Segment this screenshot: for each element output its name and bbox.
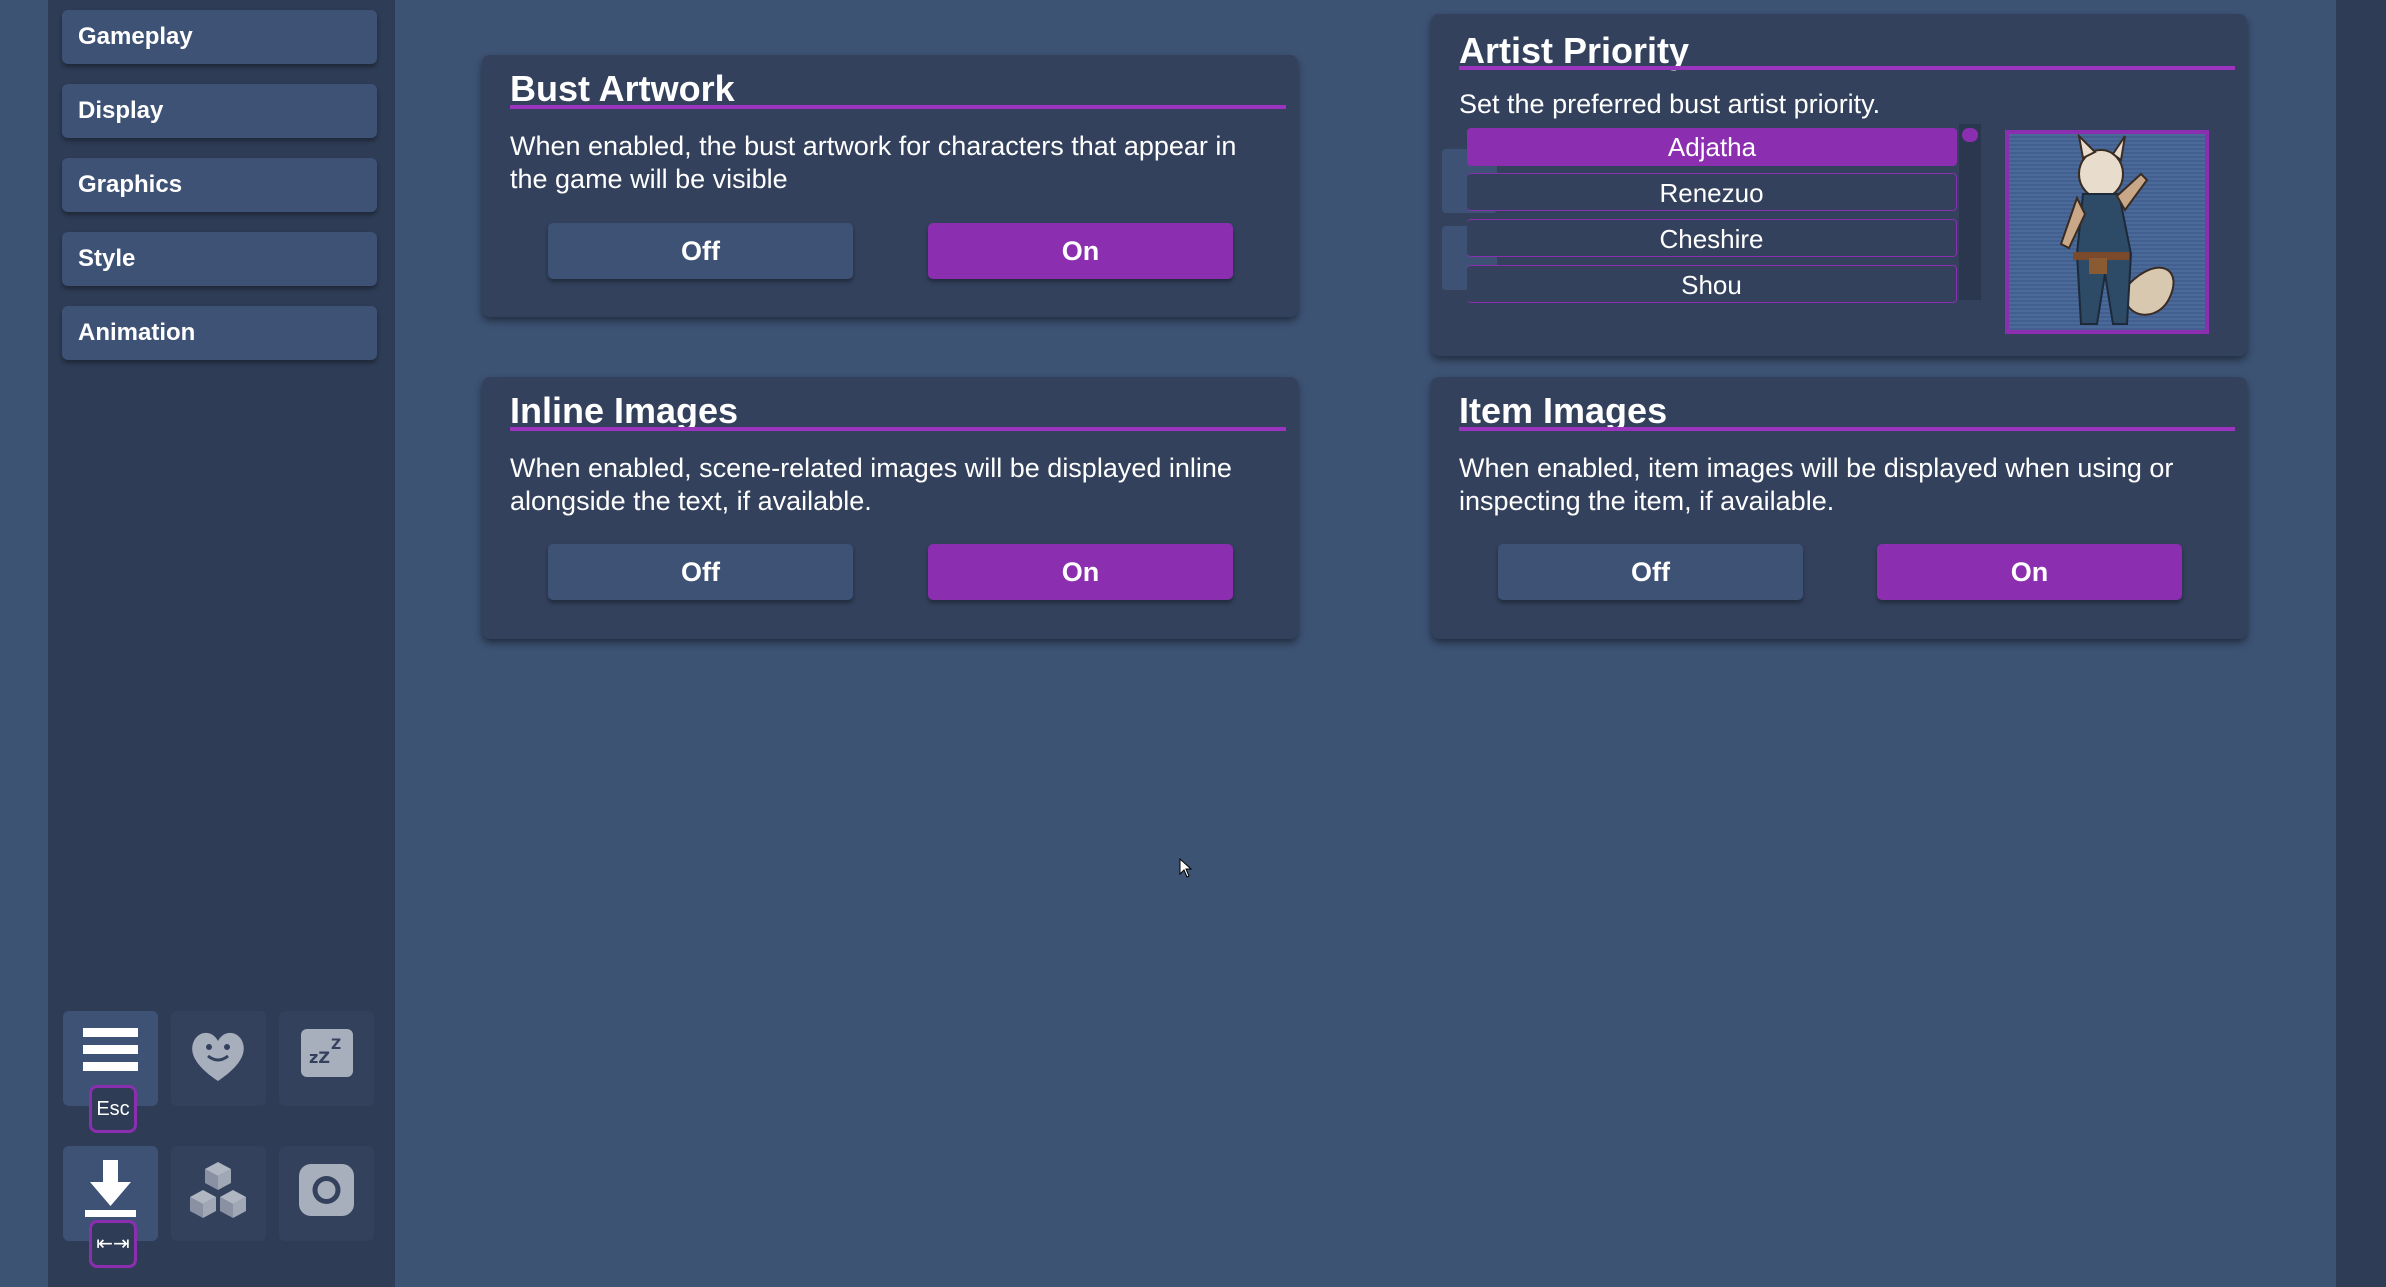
artist-priority-divider [1459,66,2235,70]
svg-text:zZ: zZ [309,1048,330,1067]
inline-images-on-button[interactable]: On [928,544,1233,600]
heart-icon [192,1032,244,1081]
svg-text:Z: Z [331,1037,341,1053]
mouse-cursor-icon [1179,858,1193,878]
artist-item-cheshire[interactable]: Cheshire [1467,219,1957,257]
nav-animation[interactable]: Animation [62,306,377,360]
nav-display[interactable]: Display [62,84,377,138]
esc-key-badge: Esc [89,1085,137,1133]
inline-images-panel: Inline Images When enabled, scene-relate… [482,377,1298,639]
heart-button[interactable] [171,1011,266,1106]
inline-images-off-button[interactable]: Off [548,544,853,600]
character-portrait [2009,134,2205,330]
nav-style[interactable]: Style [62,232,377,286]
item-images-on-button[interactable]: On [1877,544,2182,600]
inline-images-description: When enabled, scene-related images will … [510,453,1232,516]
bust-artwork-description: When enabled, the bust artwork for chara… [510,131,1237,194]
artist-list-scrollbar[interactable] [1959,124,1981,300]
sleep-button[interactable]: zZ Z [279,1011,374,1106]
inline-images-divider [510,427,1286,431]
artist-item-shou[interactable]: Shou [1467,265,1957,303]
bust-artwork-off-button[interactable]: Off [548,223,853,279]
nav-graphics[interactable]: Graphics [62,158,377,212]
item-images-divider [1459,427,2235,431]
item-images-off-button[interactable]: Off [1498,544,1803,600]
screenshot-button[interactable] [279,1146,374,1241]
tab-key-badge: ⇤⇥ [89,1220,137,1268]
bust-artwork-divider [510,105,1286,109]
left-edge [0,0,48,1287]
item-images-description: When enabled, item images will be displa… [1459,453,2174,516]
sleep-icon: zZ Z [301,1029,353,1077]
cubes-icon [190,1162,246,1218]
right-edge [2336,0,2386,1287]
item-images-panel: Item Images When enabled, item images wi… [1431,377,2247,639]
screenshot-icon [299,1164,354,1216]
artist-portrait-image [2005,130,2209,334]
artist-list-scroll-thumb[interactable] [1962,128,1978,142]
bust-artwork-panel: Bust Artwork When enabled, the bust artw… [482,55,1298,317]
nav-gameplay[interactable]: Gameplay [62,10,377,64]
artist-item-renezuo[interactable]: Renezuo [1467,173,1957,211]
artist-item-adjatha[interactable]: Adjatha [1467,128,1957,166]
artist-priority-description: Set the preferred bust artist priority. [1459,89,1881,119]
bust-artwork-on-button[interactable]: On [928,223,1233,279]
inventory-button[interactable] [171,1146,266,1241]
sidebar: Gameplay Display Graphics Style Animatio… [48,0,395,1287]
